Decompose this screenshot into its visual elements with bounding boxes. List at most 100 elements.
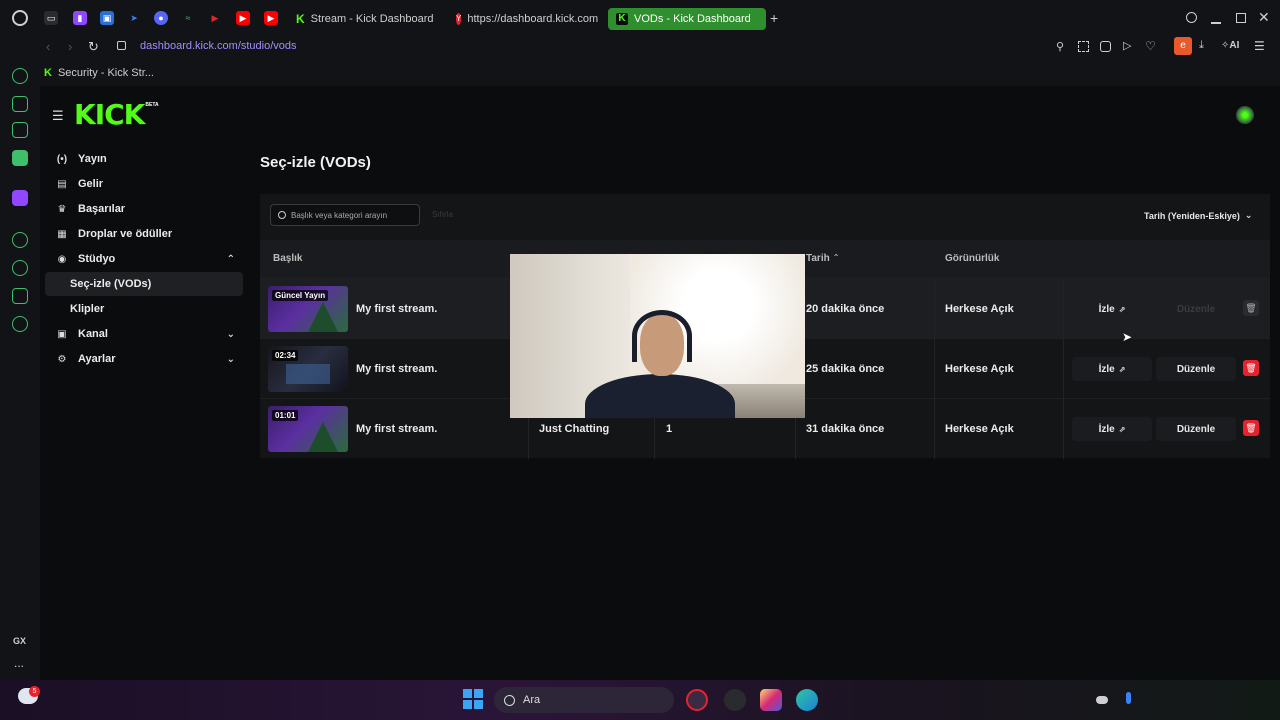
watch-button[interactable]: İzle ⇗ — [1072, 297, 1152, 321]
pin-icon[interactable]: ⚲ — [1056, 40, 1064, 53]
reload-icon[interactable]: ↻ — [88, 39, 99, 55]
browser-tab-bar: ▭ ▮ ▣ ➤ ● ≈ ▶ ▶ ▶ K Stream - Kick Dashbo… — [0, 0, 1280, 36]
cloud-tray-icon[interactable] — [1096, 696, 1108, 704]
tab-stream-dashboard[interactable]: K Stream - Kick Dashboard — [288, 8, 442, 30]
column-header-title[interactable]: Başlık — [273, 253, 302, 264]
hamburger-icon[interactable]: ☰ — [52, 108, 64, 124]
reset-button[interactable]: Sıfırla — [432, 210, 453, 219]
search-tabs-icon[interactable] — [1186, 12, 1197, 23]
address-bar: ‹ › ↻ dashboard.kick.com/studio/vods ⚲ ▷… — [0, 36, 1280, 62]
heart-icon[interactable]: ♡ — [1145, 39, 1156, 53]
more-icon[interactable]: ... — [14, 656, 24, 670]
edit-button[interactable]: Düzenle — [1156, 417, 1236, 441]
edit-button[interactable]: Düzenle — [1156, 297, 1236, 321]
mic-tray-icon[interactable] — [1126, 692, 1131, 704]
youtube-tab-icon-2[interactable]: ▶ — [264, 11, 278, 25]
sidebar-item-label: Droplar ve ödüller — [78, 228, 173, 240]
tool-tab-icon[interactable]: ▣ — [100, 11, 114, 25]
column-header-visibility[interactable]: Görünürlük — [945, 253, 999, 264]
tab-vods-dashboard[interactable]: K VODs - Kick Dashboard — [608, 8, 766, 30]
discord-tab-icon[interactable]: ● — [154, 11, 168, 25]
youtube-tab-icon[interactable]: ▶ — [236, 11, 250, 25]
sidebar-item-yayin[interactable]: (•) Yayın — [50, 147, 243, 171]
kick-logo[interactable]: KICK BETA — [74, 98, 159, 131]
search-input[interactable]: Başlık veya kategori arayın — [270, 204, 420, 226]
search-icon — [504, 694, 515, 706]
windows-start-icon[interactable] — [463, 689, 483, 709]
webcam-overlay[interactable] — [510, 254, 805, 418]
forward-icon[interactable]: › — [68, 39, 72, 54]
extensions-icon[interactable] — [12, 288, 28, 304]
menu-icon[interactable]: ☰ — [1254, 39, 1265, 53]
sidebar-item-studyo[interactable]: ◉ Stüdyo ⌃ — [50, 247, 243, 271]
sidebar-item-droplar[interactable]: ▦ Droplar ve ödüller — [50, 222, 243, 246]
play-tab-icon[interactable]: ▶ — [208, 11, 222, 25]
tab-label: VODs - Kick Dashboard — [634, 13, 751, 25]
sidebar-item-kanal[interactable]: ▣ Kanal ⌄ — [50, 322, 243, 346]
restore-icon[interactable] — [1236, 13, 1246, 23]
chevron-up-icon: ⌃ — [226, 253, 235, 265]
watch-button[interactable]: İzle ⇗ — [1072, 357, 1152, 381]
player-icon[interactable] — [12, 232, 28, 248]
chevron-down-icon: ⌄ — [226, 353, 235, 365]
sidebar-sub-klipler[interactable]: Klipler — [45, 297, 243, 321]
sidebar-item-basarilar[interactable]: ♛ Başarılar — [50, 197, 243, 221]
sidebar-item-ayarlar[interactable]: ⚙ Ayarlar ⌄ — [50, 347, 243, 371]
bird-tab-icon[interactable]: ➤ — [127, 11, 141, 25]
settings-icon[interactable] — [12, 316, 28, 332]
chevron-down-icon: ⌄ — [1244, 210, 1253, 220]
new-tab-button[interactable]: + — [770, 10, 778, 26]
logo-text: KICK — [74, 98, 145, 131]
back-icon[interactable]: ‹ — [46, 39, 50, 54]
vod-visibility: Herkese Açık — [945, 303, 1014, 315]
watch-button[interactable]: İzle ⇗ — [1072, 417, 1152, 441]
broadcast-icon: (•) — [56, 153, 68, 165]
app-taskbar-icon[interactable] — [724, 689, 746, 711]
tab-dashboard-url[interactable]: Y https://dashboard.kick.com — [448, 8, 602, 30]
money-icon: ▤ — [57, 178, 67, 190]
instagram-taskbar-icon[interactable] — [760, 689, 782, 711]
taskbar-search-label: Ara — [523, 694, 541, 706]
history-icon[interactable] — [12, 260, 28, 276]
opera-gx-taskbar-icon[interactable] — [686, 689, 708, 711]
taskbar-search[interactable]: Ara — [494, 687, 674, 713]
studio-icon: ◉ — [57, 253, 67, 265]
vod-thumbnail[interactable]: 01:01 — [268, 406, 348, 452]
minimize-icon[interactable] — [1211, 22, 1221, 24]
close-icon[interactable]: ✕ — [1258, 9, 1270, 26]
headphones-icon — [632, 310, 692, 362]
sidebar-item-gelir[interactable]: ▤ Gelir — [50, 172, 243, 196]
opera-logo-icon[interactable] — [12, 10, 28, 26]
edit-button[interactable]: Düzenle — [1156, 357, 1236, 381]
twitch-sidebar-icon[interactable] — [12, 190, 28, 206]
sort-dropdown[interactable]: Tarih (Yeniden-Eskiye) ⌄ — [1144, 210, 1252, 221]
url-field[interactable]: dashboard.kick.com/studio/vods — [140, 40, 297, 52]
download-icon[interactable]: ⤓ — [1199, 39, 1204, 52]
vod-thumbnail[interactable]: 02:34 — [268, 346, 348, 392]
play-icon[interactable]: ▷ — [1123, 39, 1131, 52]
pattern-icon[interactable] — [12, 122, 28, 138]
delete-button[interactable]: 🗑 — [1243, 300, 1259, 316]
flow-icon[interactable] — [12, 96, 28, 112]
profile-avatar[interactable]: e — [1174, 37, 1192, 55]
user-avatar[interactable] — [1236, 106, 1254, 124]
ai-label: AI — [1229, 40, 1240, 51]
green-tab-icon[interactable]: ≈ — [181, 11, 195, 25]
vod-thumbnail[interactable]: Güncel Yayın — [268, 286, 348, 332]
gx-label[interactable]: GX — [13, 636, 26, 646]
column-header-date[interactable]: Tarih ⌃ — [806, 253, 839, 264]
speed-dial-icon[interactable] — [12, 68, 28, 84]
game-controller-icon[interactable]: ▭ — [44, 11, 58, 25]
twitch-tab-icon[interactable]: ▮ — [73, 11, 87, 25]
ai-button[interactable]: ✧AI — [1221, 40, 1239, 51]
delete-button[interactable]: 🗑 — [1243, 420, 1259, 436]
snapshot-icon[interactable] — [1078, 41, 1089, 52]
live-badge: Güncel Yayın — [272, 290, 329, 301]
edge-taskbar-icon[interactable] — [796, 689, 818, 711]
bookmark-security-kick[interactable]: K Security - Kick Str... — [44, 67, 154, 79]
messenger-icon[interactable] — [12, 150, 28, 166]
delete-button[interactable]: 🗑 — [1243, 360, 1259, 376]
sidebar-sub-vods[interactable]: Seç-izle (VODs) — [45, 272, 243, 296]
shield-icon[interactable] — [1100, 41, 1111, 52]
sort-label: Tarih (Yeniden-Eskiye) — [1144, 210, 1240, 221]
